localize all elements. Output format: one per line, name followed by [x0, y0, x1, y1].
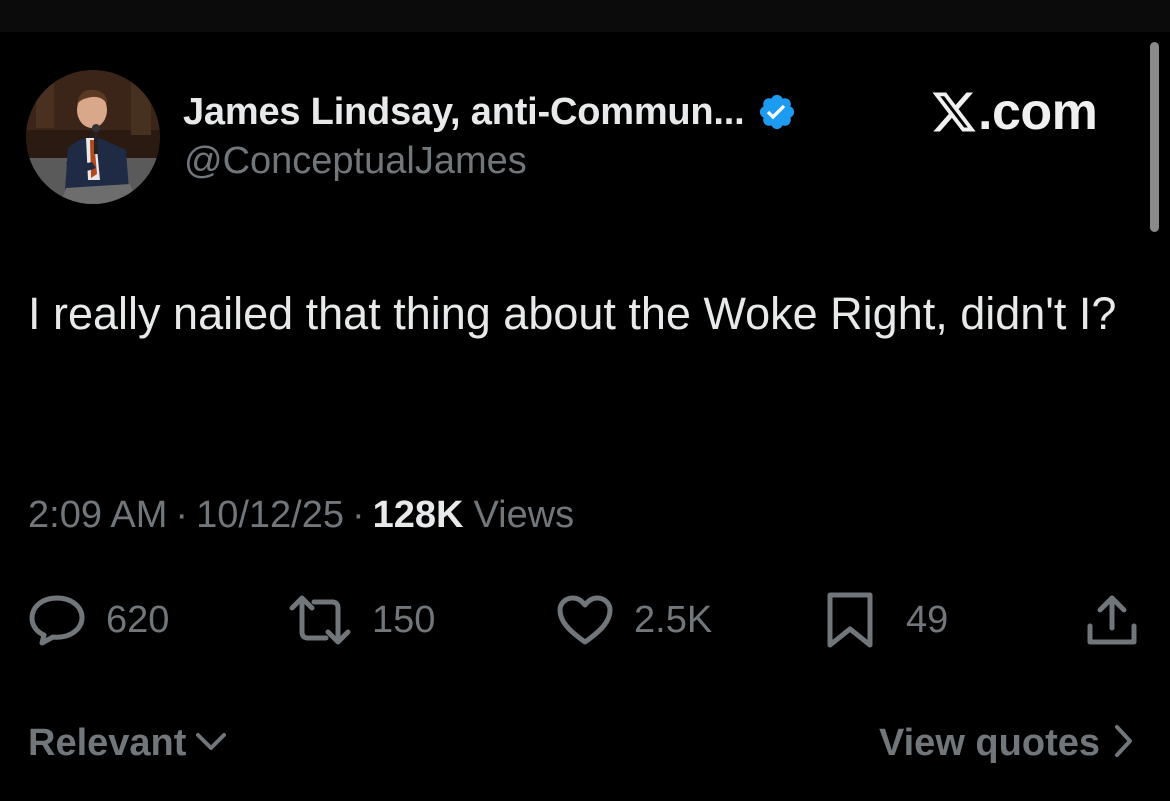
bookmark-icon	[826, 591, 874, 649]
scrollbar[interactable]	[1150, 42, 1159, 232]
reply-button[interactable]: 620	[28, 592, 169, 648]
like-count: 2.5K	[634, 598, 713, 641]
watermark: .com	[930, 82, 1098, 142]
separator: ·	[175, 494, 189, 536]
sort-label: Relevant	[28, 721, 187, 764]
tweet-meta: 2:09 AM · 10/12/25 · 128K Views	[28, 494, 574, 537]
share-icon	[1084, 592, 1140, 648]
repost-count: 150	[372, 598, 436, 641]
bookmark-count: 49	[906, 598, 949, 641]
heart-icon	[556, 594, 614, 646]
repost-button[interactable]: 150	[288, 592, 435, 648]
chevron-right-icon	[1112, 723, 1134, 764]
view-quotes-label: View quotes	[878, 721, 1100, 764]
reply-count: 620	[106, 598, 170, 641]
chevron-down-icon	[194, 729, 228, 758]
verified-badge-icon	[757, 92, 797, 132]
view-quotes-link[interactable]: View quotes	[879, 718, 1134, 768]
x-logo-icon	[930, 88, 978, 136]
share-button[interactable]	[1084, 592, 1140, 648]
reply-icon	[28, 594, 86, 646]
tweet-text: I really nailed that thing about the Wok…	[28, 288, 1117, 339]
like-button[interactable]: 2.5K	[556, 592, 712, 648]
views-label: Views	[473, 494, 575, 536]
top-status-strip	[0, 0, 1170, 32]
author-name-row[interactable]: James Lindsay, anti-Commun...	[183, 86, 797, 138]
bookmark-button[interactable]: 49	[826, 592, 948, 648]
tweet-time[interactable]: 2:09 AM	[28, 494, 167, 537]
watermark-text: .com	[978, 83, 1098, 141]
tweet-date[interactable]: 10/12/25	[196, 494, 344, 537]
sort-replies-dropdown[interactable]: Relevant	[28, 718, 228, 768]
display-name[interactable]: James Lindsay, anti-Commun...	[183, 91, 745, 134]
author-handle[interactable]: @ConceptualJames	[184, 140, 527, 183]
repost-icon	[288, 594, 352, 646]
avatar[interactable]	[26, 70, 160, 204]
views-count: 128K	[372, 494, 464, 536]
separator: ·	[352, 494, 365, 536]
